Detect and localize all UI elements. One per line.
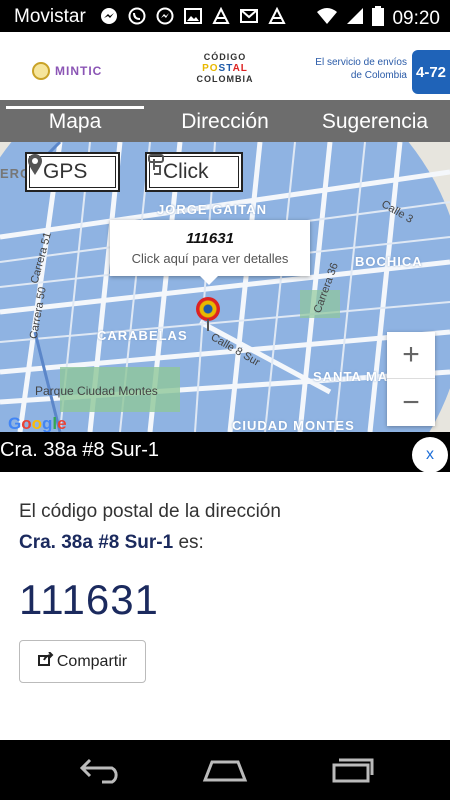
- tab-direccion[interactable]: Dirección: [150, 100, 300, 142]
- location-marker-icon[interactable]: [196, 297, 220, 331]
- zoom-in-button[interactable]: +: [387, 332, 435, 379]
- image-icon: [182, 5, 204, 27]
- logo-bar: MINTIC CÓDIGO POSTAL COLOMBIA El servici…: [0, 32, 450, 100]
- 472-logo: 4-72: [412, 50, 450, 94]
- zoom-out-button[interactable]: −: [387, 379, 435, 426]
- share-button[interactable]: Compartir: [19, 640, 146, 683]
- map-label-ciudad-montes: CIUDAD MONTES: [232, 418, 355, 432]
- email-icon: [238, 5, 260, 27]
- wifi-icon: [316, 7, 338, 31]
- popup-postal-code: 111631: [186, 230, 234, 247]
- tab-sugerencia[interactable]: Sugerencia: [300, 100, 450, 142]
- signal-icon: [346, 7, 364, 31]
- whatsapp-icon: [126, 5, 148, 27]
- navigation-bar: [0, 740, 450, 800]
- envios-tagline: El servicio de envíos de Colombia: [315, 57, 407, 81]
- messenger-icon: [98, 5, 120, 27]
- status-right: 09:20: [316, 6, 440, 32]
- google-logo: Google: [8, 414, 67, 432]
- result-description: El código postal de la dirección Cra. 38…: [19, 501, 281, 553]
- messenger-icon-2: [154, 5, 176, 27]
- clock: 09:20: [392, 8, 440, 29]
- app-icon-a-2: [266, 5, 288, 27]
- result-address: Cra. 38a #8 Sur-1: [19, 532, 174, 553]
- back-icon[interactable]: [78, 756, 122, 784]
- colombia-seal-icon: [32, 62, 50, 80]
- map-label-bochica: BOCHICA: [355, 254, 423, 269]
- tab-bar: Mapa Dirección Sugerencia: [0, 100, 450, 142]
- selected-address: Cra. 38a #8 Sur-1: [0, 439, 159, 461]
- carrier-name: Movistar: [14, 6, 86, 27]
- zoom-controls: + −: [387, 332, 435, 426]
- map-label-parque: Parque Ciudad Montes: [35, 384, 158, 398]
- popup-hint: Click aquí para ver detalles: [131, 251, 289, 266]
- share-icon: [37, 651, 54, 671]
- app-icon-a: [210, 5, 232, 27]
- map-view[interactable]: JORGE GAITAN BOCHICA CARABELAS SANTA MAT…: [0, 142, 450, 432]
- home-icon[interactable]: [202, 756, 248, 784]
- mintic-logo: MINTIC: [32, 62, 102, 80]
- map-label-jorge-gaitan: JORGE GAITAN: [157, 202, 267, 217]
- click-button[interactable]: Click: [145, 152, 243, 192]
- postal-code-result: 111631: [19, 576, 159, 623]
- gps-button[interactable]: GPS: [25, 152, 120, 192]
- close-button[interactable]: x: [412, 437, 448, 473]
- battery-icon: [372, 6, 385, 32]
- result-panel: El código postal de la dirección Cra. 38…: [0, 472, 450, 740]
- notification-icons: [98, 5, 288, 27]
- tab-mapa[interactable]: Mapa: [0, 100, 150, 142]
- status-bar: Movistar 09:20: [0, 0, 450, 32]
- address-bar: Cra. 38a #8 Sur-1: [0, 432, 450, 472]
- map-label-carabelas: CARABELAS: [97, 328, 188, 343]
- marker-info-window[interactable]: 111631 Click aquí para ver detalles: [110, 220, 310, 285]
- recent-apps-icon[interactable]: [330, 756, 374, 784]
- codigo-postal-logo: CÓDIGO POSTAL COLOMBIA: [196, 52, 254, 84]
